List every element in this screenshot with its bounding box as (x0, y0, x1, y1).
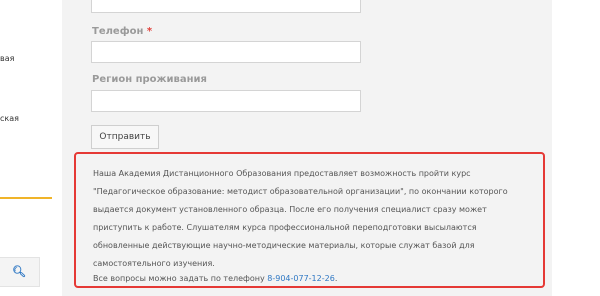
required-mark: * (146, 26, 153, 37)
info-box: Наша Академия Дистанционного Образования… (74, 152, 545, 288)
info-line: "Педагогическое образование: методист об… (93, 187, 508, 196)
contact-line: Все вопросы можно задать по телефону 8-9… (93, 274, 337, 283)
contact-prefix: Все вопросы можно задать по телефону (93, 274, 268, 283)
phone-label: Телефон * (92, 26, 152, 37)
phone-link[interactable]: 8-904-077-12-26 (267, 274, 335, 283)
info-line: самостоятельного изучения. (93, 259, 215, 268)
submit-button[interactable]: Отправить (91, 125, 159, 149)
region-label: Регион проживания (92, 74, 207, 85)
phone-field[interactable] (91, 41, 361, 63)
sidebar-item-label[interactable]: ская (0, 114, 19, 123)
sidebar-item-label[interactable]: вая (0, 54, 14, 63)
info-line: приступить к работе. Слушателям курса пр… (93, 223, 477, 232)
left-sidebar: вая ская 🔍︎ (0, 0, 62, 296)
contact-suffix: . (334, 274, 338, 283)
info-line: обновленные действующие научно-методичес… (93, 241, 475, 250)
info-line: выдается документ установленного образца… (93, 205, 487, 214)
search-button[interactable]: 🔍︎ (0, 257, 40, 287)
email-field[interactable] (91, 0, 361, 13)
info-line: Наша Академия Дистанционного Образования… (93, 169, 471, 178)
search-icon: 🔍︎ (12, 265, 26, 278)
phone-label-text: Телефон (92, 26, 144, 37)
right-margin (552, 0, 600, 296)
sidebar-divider (0, 197, 52, 199)
region-field[interactable] (91, 90, 361, 112)
